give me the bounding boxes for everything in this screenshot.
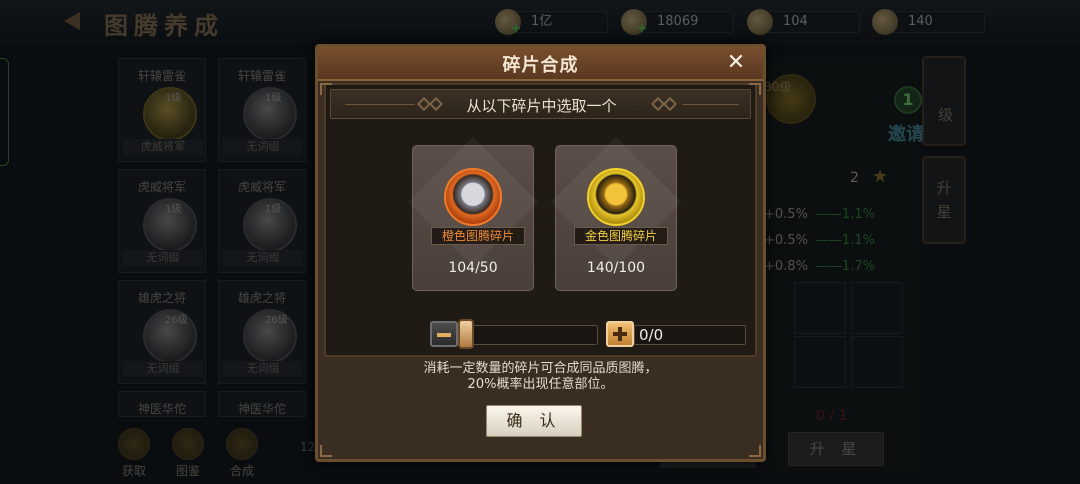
selection-subtitle: 从以下碎片中选取一个 xyxy=(466,97,617,115)
frame-corner xyxy=(320,445,332,457)
slider-handle[interactable] xyxy=(458,319,474,349)
fragment-name: 橙色图腾碎片 xyxy=(431,227,525,245)
increase-button[interactable] xyxy=(606,321,634,347)
fragment-selection-panel: 从以下碎片中选取一个 橙色图腾碎片 104/50 金色图腾碎片 140/100 … xyxy=(324,83,757,357)
gold-fragment-icon xyxy=(587,168,645,226)
synthesis-note-line: 20%概率出现任意部位。 xyxy=(467,377,614,392)
synthesis-note-line: 消耗一定数量的碎片可合成同品质图腾， xyxy=(423,361,658,376)
orange-fragment-icon xyxy=(444,168,502,226)
fragment-synthesis-dialog: 碎片合成 ✕ 从以下碎片中选取一个 橙色图腾碎片 104/50 金色图腾碎片 1… xyxy=(315,44,766,462)
decrease-button[interactable] xyxy=(430,321,458,347)
frame-corner xyxy=(749,445,761,457)
frame-corner xyxy=(749,83,761,95)
dialog-title: 碎片合成 xyxy=(502,55,579,76)
orange-fragment-option[interactable]: 橙色图腾碎片 104/50 xyxy=(407,136,539,291)
fragment-name: 金色图腾碎片 xyxy=(574,227,668,245)
confirm-button[interactable]: 确 认 xyxy=(486,405,582,437)
gold-fragment-option[interactable]: 金色图腾碎片 140/100 xyxy=(550,136,682,291)
quantity-slider[interactable] xyxy=(462,325,598,345)
quantity-display: 0/0 xyxy=(634,325,746,345)
fragment-count: 140/100 xyxy=(586,260,646,276)
selection-header: 从以下碎片中选取一个 xyxy=(330,89,751,119)
frame-corner xyxy=(320,83,332,95)
fragment-count: 104/50 xyxy=(448,260,498,276)
dialog-header: 碎片合成 ✕ xyxy=(318,47,763,81)
close-icon[interactable]: ✕ xyxy=(722,49,750,77)
synthesis-note: 消耗一定数量的碎片可合成同品质图腾， 20%概率出现任意部位。 xyxy=(318,361,763,393)
